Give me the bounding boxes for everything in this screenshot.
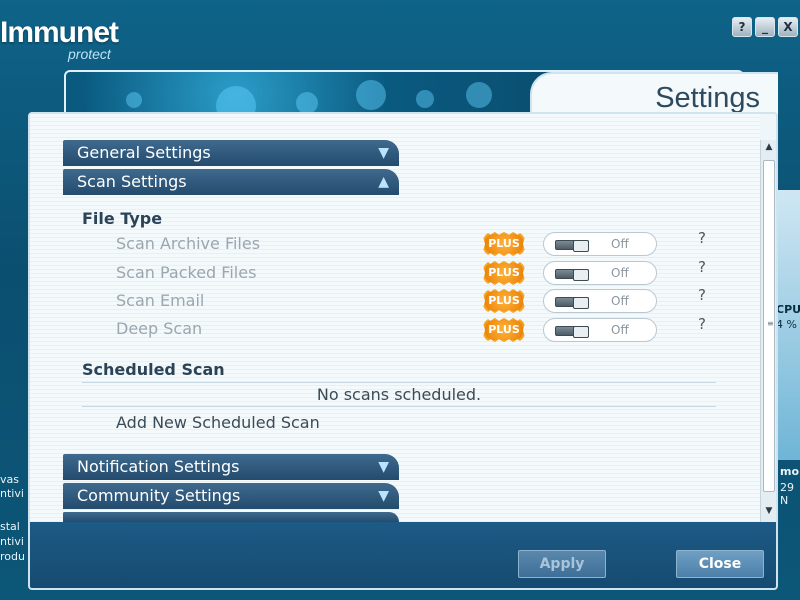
background-text-line: ntivi bbox=[0, 487, 24, 500]
background-text-line: vas bbox=[0, 473, 19, 486]
window-controls: ? _ X bbox=[732, 17, 798, 37]
help-icon[interactable]: ? bbox=[698, 315, 706, 333]
toggle-knob bbox=[555, 326, 589, 338]
scheduled-scan-heading: Scheduled Scan bbox=[82, 360, 225, 379]
plus-badge: PLUS bbox=[483, 318, 525, 342]
file-type-heading: File Type bbox=[82, 209, 163, 228]
section-general-settings[interactable]: General Settings ▼ bbox=[63, 140, 399, 166]
option-label-deep-scan: Deep Scan bbox=[116, 319, 203, 338]
toggle-scan-email[interactable]: Off bbox=[543, 289, 657, 313]
scroll-down-icon[interactable]: ▼ bbox=[761, 506, 776, 516]
toggle-scan-archive-files[interactable]: Off bbox=[543, 232, 657, 256]
toggle-state: Off bbox=[611, 266, 629, 280]
page-title: Settings bbox=[655, 82, 760, 114]
expand-arrow-icon: ▼ bbox=[378, 145, 389, 161]
toggle-knob bbox=[555, 240, 589, 252]
toggle-deep-scan[interactable]: Off bbox=[543, 318, 657, 342]
toggle-knob bbox=[555, 297, 589, 309]
plus-badge: PLUS bbox=[483, 261, 525, 285]
help-window-button[interactable]: ? bbox=[732, 17, 752, 37]
divider bbox=[82, 382, 716, 383]
toggle-state: Off bbox=[611, 323, 629, 337]
add-scheduled-scan-link[interactable]: Add New Scheduled Scan bbox=[116, 413, 320, 432]
background-text-line: ntivi bbox=[0, 535, 24, 548]
section-notification-settings[interactable]: Notification Settings ▼ bbox=[63, 454, 399, 480]
option-label-scan-email: Scan Email bbox=[116, 291, 205, 310]
help-icon[interactable]: ? bbox=[698, 286, 706, 304]
settings-scrollbar[interactable]: ▲ ≡ ▼ bbox=[760, 140, 776, 522]
memory-value: 29 N bbox=[780, 481, 794, 507]
section-community-settings[interactable]: Community Settings ▼ bbox=[63, 483, 399, 509]
option-label-scan-archive-files: Scan Archive Files bbox=[116, 234, 261, 253]
scroll-up-icon[interactable]: ▲ bbox=[761, 142, 776, 152]
no-scans-message: No scans scheduled. bbox=[316, 385, 482, 404]
plus-badge: PLUS bbox=[483, 232, 525, 256]
background-text-line: stal bbox=[0, 520, 20, 533]
plus-badge: PLUS bbox=[483, 289, 525, 313]
toggle-state: Off bbox=[611, 237, 629, 251]
apply-button[interactable]: Apply bbox=[518, 550, 606, 578]
toggle-knob bbox=[555, 269, 589, 281]
settings-dialog: General Settings ▼ Scan Settings ▲ File … bbox=[28, 112, 778, 590]
immunet-logo-subtitle: protect bbox=[68, 46, 111, 62]
divider bbox=[82, 406, 716, 407]
section-label: Scan Settings bbox=[77, 172, 187, 191]
help-icon[interactable]: ? bbox=[698, 258, 706, 276]
settings-content: General Settings ▼ Scan Settings ▲ File … bbox=[30, 114, 760, 522]
scroll-thumb[interactable]: ≡ bbox=[763, 160, 775, 492]
close-window-button[interactable]: X bbox=[778, 17, 798, 37]
section-partially-hidden[interactable] bbox=[63, 512, 399, 522]
expand-arrow-icon: ▼ bbox=[378, 459, 389, 475]
close-button[interactable]: Close bbox=[676, 550, 764, 578]
immunet-logo: Immunet bbox=[0, 16, 119, 49]
section-scan-settings[interactable]: Scan Settings ▲ bbox=[63, 169, 399, 195]
expand-arrow-icon: ▼ bbox=[378, 488, 389, 504]
dialog-footer: Apply Close bbox=[30, 522, 776, 588]
section-label: Notification Settings bbox=[77, 457, 240, 476]
option-label-scan-packed-files: Scan Packed Files bbox=[116, 263, 257, 282]
toggle-scan-packed-files[interactable]: Off bbox=[543, 261, 657, 285]
cpu-label: CPU bbox=[776, 303, 800, 316]
help-icon[interactable]: ? bbox=[698, 229, 706, 247]
collapse-arrow-icon: ▲ bbox=[378, 174, 389, 190]
toggle-state: Off bbox=[611, 294, 629, 308]
cpu-value: 4 % bbox=[776, 318, 797, 331]
minimize-window-button[interactable]: _ bbox=[755, 17, 775, 37]
section-label: General Settings bbox=[77, 143, 211, 162]
memory-label: mo bbox=[780, 465, 800, 478]
background-text-line: rodu bbox=[0, 550, 25, 563]
scroll-grip-icon: ≡ bbox=[767, 319, 774, 328]
section-label: Community Settings bbox=[77, 486, 241, 505]
